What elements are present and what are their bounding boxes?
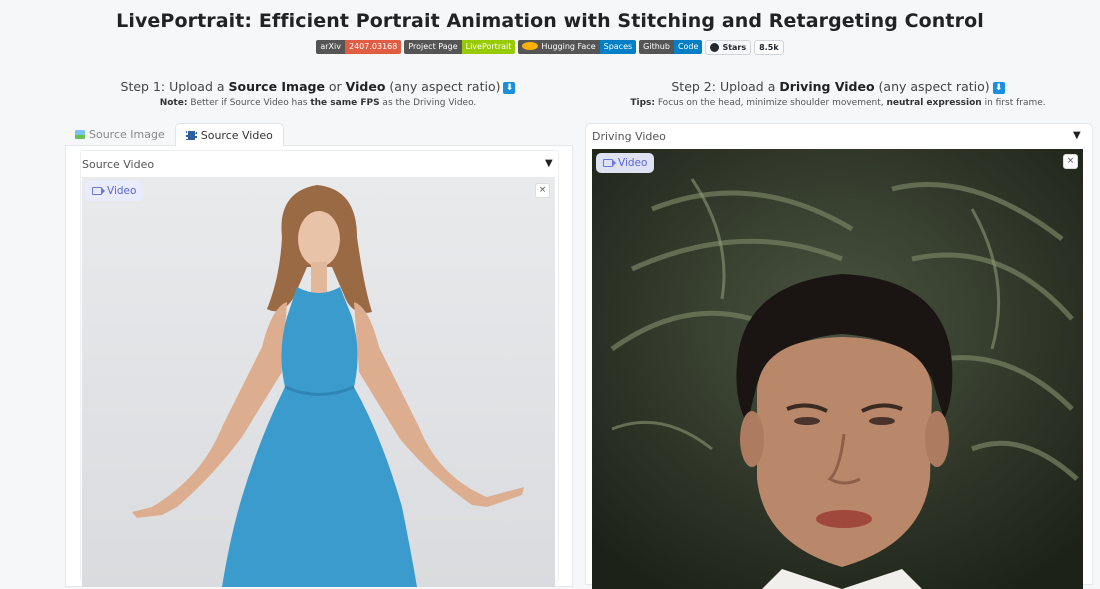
badge-right: LivePortrait: [461, 40, 516, 54]
tips-bold: neutral expression: [886, 98, 982, 108]
stars-count: 8.5k: [754, 40, 784, 55]
badge-left-text: Hugging Face: [541, 42, 596, 51]
video-tag-label: Video: [618, 157, 648, 169]
collapse-caret-icon[interactable]: ▼: [545, 158, 553, 169]
step1-mid: or: [324, 79, 346, 94]
badge-left: Github: [639, 40, 674, 54]
badge-right: Code: [673, 40, 703, 54]
badge-left: arXiv: [316, 40, 345, 54]
video-camera-icon: [603, 159, 616, 167]
video-tag: Video: [85, 181, 144, 201]
stars-label: Stars: [722, 43, 747, 52]
badge-left: Hugging Face: [518, 40, 600, 54]
step2-suffix: (any aspect ratio): [874, 79, 990, 94]
video-camera-icon: [92, 187, 105, 195]
step2-heading: Step 2: Upload a Driving Video (any aspe…: [585, 79, 1091, 94]
badge-left: Project Page: [404, 40, 462, 54]
tab-source-image[interactable]: Source Image: [65, 123, 175, 146]
arxiv-badge[interactable]: arXiv 2407.03168: [316, 40, 402, 54]
step1-note: Note: Better if Source Video has the sam…: [65, 98, 571, 108]
source-video-player[interactable]: Video ×: [82, 177, 555, 587]
tips-label: Tips:: [630, 98, 655, 108]
project-page-badge[interactable]: Project Page LivePortrait: [404, 40, 516, 54]
step1-heading: Step 1: Upload a Source Image or Video (…: [65, 79, 571, 94]
download-arrow-icon: ⬇: [992, 82, 1005, 94]
badge-right: 2407.03168: [344, 40, 402, 54]
hugging-face-badge[interactable]: Hugging Face Spaces: [518, 40, 637, 54]
step2-tips: Tips: Focus on the head, minimize should…: [585, 98, 1091, 108]
collapse-caret-icon[interactable]: ▼: [1073, 130, 1081, 141]
step2-bold-driving-video: Driving Video: [779, 79, 875, 94]
step1-bold-source-image: Source Image: [228, 79, 325, 94]
badge-right: Spaces: [599, 40, 637, 54]
close-icon[interactable]: ×: [1063, 154, 1078, 169]
github-stars-badge[interactable]: Stars 8.5k: [705, 40, 784, 55]
image-icon: [75, 130, 85, 139]
tab-source-video[interactable]: Source Video: [174, 123, 284, 147]
github-icon: [710, 43, 720, 52]
portrait-man-image: [592, 149, 1083, 589]
step2-prefix: Step 2: Upload a: [671, 79, 780, 94]
note-label: Note:: [159, 98, 188, 108]
portrait-woman-image: [132, 185, 524, 587]
note-text-end: as the Driving Video.: [379, 98, 477, 108]
tab-label: Source Video: [200, 128, 273, 142]
step1-prefix: Step 1: Upload a: [120, 79, 229, 94]
github-badge[interactable]: Github Code: [639, 40, 703, 54]
stars-label-box: Stars: [705, 40, 752, 55]
page-title: LivePortrait: Efficient Portrait Animati…: [116, 10, 984, 32]
driving-video-player[interactable]: Video ×: [592, 149, 1083, 589]
tips-text: Focus on the head, minimize shoulder mov…: [654, 98, 887, 108]
source-tabs: Source Image Source Video: [65, 123, 284, 147]
driving-video-label: Driving Video: [592, 130, 666, 143]
video-tag-label: Video: [107, 185, 137, 197]
source-video-label: Source Video: [82, 158, 155, 171]
tips-text-end: in first frame.: [981, 98, 1046, 108]
video-tag: Video: [596, 153, 655, 173]
note-text: Better if Source Video has: [187, 98, 311, 108]
note-bold: the same FPS: [310, 98, 380, 108]
badge-row: arXiv 2407.03168 Project Page LivePortra…: [0, 40, 1100, 55]
download-arrow-icon: ⬇: [503, 82, 516, 94]
step1-bold-video: Video: [345, 79, 386, 94]
tab-label: Source Image: [89, 128, 165, 141]
hugging-face-icon: [522, 42, 539, 50]
close-icon[interactable]: ×: [535, 183, 550, 198]
film-icon: [185, 130, 197, 140]
step1-suffix: (any aspect ratio): [385, 79, 501, 94]
